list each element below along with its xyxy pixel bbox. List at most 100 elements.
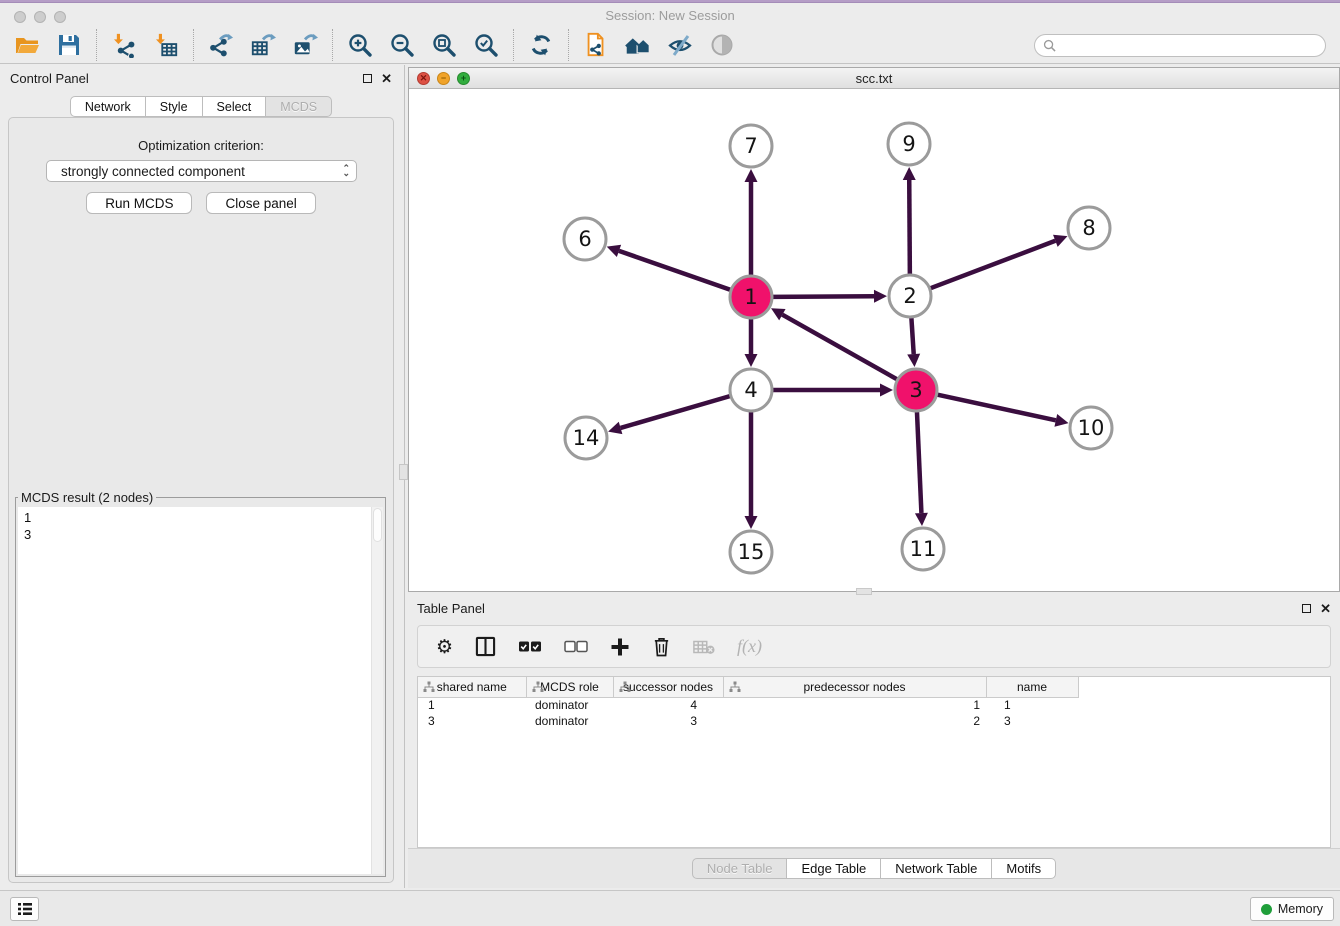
close-window-icon[interactable] bbox=[14, 11, 26, 23]
control-panel-tabs: Network Style Select MCDS bbox=[0, 96, 402, 117]
status-bar: Memory bbox=[0, 890, 1340, 926]
zoom-fit-icon[interactable] bbox=[430, 31, 458, 59]
search-input[interactable] bbox=[1056, 38, 1317, 52]
clone-network-icon[interactable] bbox=[582, 31, 610, 59]
table-row[interactable]: 3dominator323 bbox=[418, 713, 1078, 729]
network-maximize-icon[interactable]: + bbox=[457, 72, 470, 85]
panel-splitter-grip[interactable] bbox=[399, 464, 408, 480]
search-field[interactable] bbox=[1034, 34, 1326, 57]
tab-mcds[interactable]: MCDS bbox=[266, 96, 332, 117]
table-toolbar: ⚙ f(x) bbox=[417, 625, 1331, 668]
graph-edge-1-6[interactable] bbox=[619, 251, 730, 290]
network-window-titlebar[interactable]: ✕ − + scc.txt bbox=[409, 68, 1339, 89]
first-neighbors-icon[interactable] bbox=[624, 31, 652, 59]
graph-node-label: 9 bbox=[902, 132, 915, 156]
open-session-icon[interactable] bbox=[13, 31, 41, 59]
close-table-panel-icon[interactable]: ✕ bbox=[1320, 604, 1331, 613]
fx-label: f(x) bbox=[737, 636, 762, 657]
graph-edge-arrowhead bbox=[745, 516, 758, 529]
graph-edge-arrowhead bbox=[745, 169, 758, 182]
network-canvas[interactable]: 7968124314101511 bbox=[409, 89, 1339, 591]
tab-style[interactable]: Style bbox=[146, 96, 203, 117]
close-panel-button[interactable]: Close panel bbox=[206, 192, 315, 214]
graph-node-label: 1 bbox=[744, 285, 757, 309]
tab-edge-table[interactable]: Edge Table bbox=[787, 858, 881, 879]
import-table-icon[interactable] bbox=[152, 31, 180, 59]
tab-network-table[interactable]: Network Table bbox=[881, 858, 992, 879]
refresh-layout-icon[interactable] bbox=[527, 31, 555, 59]
optimization-criterion-select[interactable]: strongly connected component ⌃⌄ bbox=[46, 160, 357, 182]
tab-node-table[interactable]: Node Table bbox=[692, 858, 788, 879]
column-type-icon bbox=[532, 681, 544, 696]
network-table-splitter-grip[interactable] bbox=[856, 588, 872, 595]
zoom-selected-icon[interactable] bbox=[472, 31, 500, 59]
network-minimize-icon[interactable]: − bbox=[437, 72, 450, 85]
window-controls[interactable] bbox=[14, 11, 66, 23]
maximize-window-icon[interactable] bbox=[54, 11, 66, 23]
graph-edge-arrowhead bbox=[907, 354, 920, 367]
graph-node-label: 15 bbox=[738, 540, 765, 564]
graph-edge-2-3[interactable] bbox=[911, 318, 913, 354]
graph-edge-4-14[interactable] bbox=[621, 396, 730, 428]
mcds-panel-body: Optimization criterion: strongly connect… bbox=[8, 117, 394, 883]
float-table-panel-icon[interactable] bbox=[1302, 604, 1311, 613]
column-predecessor-nodes[interactable]: predecessor nodes bbox=[723, 677, 986, 697]
graph-node-label: 10 bbox=[1078, 416, 1105, 440]
result-scrollbar[interactable] bbox=[371, 507, 383, 874]
export-network-icon[interactable] bbox=[207, 31, 235, 59]
memory-button[interactable]: Memory bbox=[1250, 897, 1334, 921]
graph-edge-3-1[interactable] bbox=[782, 315, 896, 380]
graph-edge-arrowhead bbox=[915, 513, 928, 526]
graph-edge-arrowhead bbox=[745, 354, 758, 367]
run-mcds-button[interactable]: Run MCDS bbox=[86, 192, 192, 214]
graph-edge-2-8[interactable] bbox=[931, 241, 1056, 288]
zoom-out-icon[interactable] bbox=[388, 31, 416, 59]
search-icon bbox=[1043, 39, 1056, 52]
column-successor-nodes[interactable]: successor nodes bbox=[613, 677, 723, 697]
mcds-result-text[interactable]: 1 3 bbox=[24, 509, 367, 872]
save-session-icon[interactable] bbox=[55, 31, 83, 59]
add-column-icon[interactable] bbox=[610, 634, 630, 660]
select-all-icon[interactable] bbox=[518, 634, 542, 660]
node-table[interactable]: shared name MCDS role successor nodes pr… bbox=[417, 676, 1331, 848]
table-row[interactable]: 1dominator411 bbox=[418, 697, 1078, 713]
hide-selected-icon[interactable] bbox=[666, 31, 694, 59]
list-icon bbox=[17, 902, 33, 916]
tab-motifs[interactable]: Motifs bbox=[992, 858, 1056, 879]
control-panel-title: Control Panel bbox=[10, 71, 89, 86]
delete-table-disabled-icon bbox=[693, 634, 715, 660]
minimize-window-icon[interactable] bbox=[34, 11, 46, 23]
network-window: ✕ − + scc.txt 7968124314101511 bbox=[408, 67, 1340, 592]
tab-select[interactable]: Select bbox=[203, 96, 267, 117]
node-table-body: 1dominator4113dominator323 bbox=[418, 697, 1078, 729]
graph-edge-arrowhead bbox=[608, 422, 622, 434]
graph-edge-2-9[interactable] bbox=[909, 180, 910, 274]
export-table-icon[interactable] bbox=[249, 31, 277, 59]
graph-edge-1-2[interactable] bbox=[773, 296, 874, 297]
graph-node-label: 8 bbox=[1082, 216, 1095, 240]
window-title: Session: New Session bbox=[605, 8, 734, 23]
column-name[interactable]: name bbox=[986, 677, 1078, 697]
tab-network[interactable]: Network bbox=[70, 96, 146, 117]
column-shared-name[interactable]: shared name bbox=[418, 677, 526, 697]
network-close-icon[interactable]: ✕ bbox=[417, 72, 430, 85]
graph-node-label: 14 bbox=[573, 426, 600, 450]
network-window-title: scc.txt bbox=[856, 71, 893, 86]
graph-edge-3-10[interactable] bbox=[937, 395, 1055, 421]
export-image-icon[interactable] bbox=[291, 31, 319, 59]
main-toolbar bbox=[0, 27, 1340, 64]
table-options-gear-icon[interactable]: ⚙ bbox=[436, 634, 453, 660]
table-header-row[interactable]: shared name MCDS role successor nodes pr… bbox=[418, 677, 1078, 697]
graph-edge-3-11[interactable] bbox=[917, 412, 921, 513]
task-history-button[interactable] bbox=[10, 897, 39, 921]
zoom-in-icon[interactable] bbox=[346, 31, 374, 59]
show-column-icon[interactable] bbox=[475, 634, 496, 660]
float-panel-icon[interactable] bbox=[363, 74, 372, 83]
import-network-icon[interactable] bbox=[110, 31, 138, 59]
unselect-all-icon[interactable] bbox=[564, 634, 588, 660]
graph-edge-arrowhead bbox=[1054, 414, 1068, 427]
delete-column-icon[interactable] bbox=[652, 634, 671, 660]
network-graph: 7968124314101511 bbox=[409, 89, 1339, 591]
column-mcds-role[interactable]: MCDS role bbox=[526, 677, 613, 697]
close-panel-icon[interactable]: ✕ bbox=[381, 74, 392, 83]
